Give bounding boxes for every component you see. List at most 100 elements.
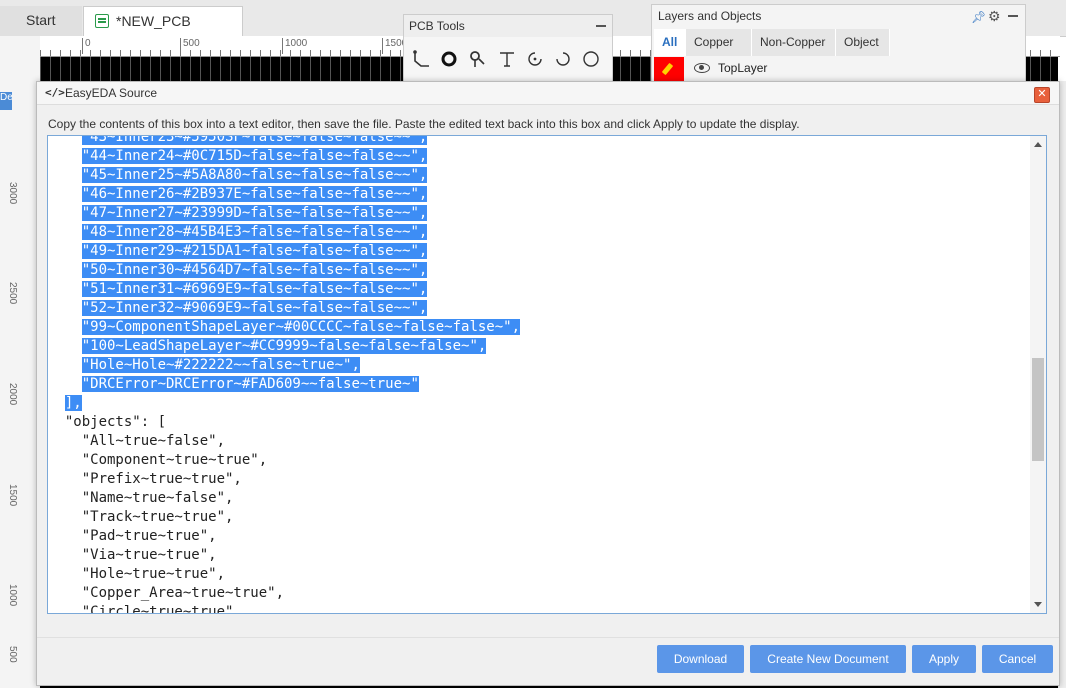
dialog-instructions: Copy the contents of this box into a tex…	[48, 117, 800, 131]
via-tool-icon[interactable]	[466, 49, 488, 71]
layer-name: TopLayer	[718, 61, 768, 75]
code-line: "51~Inner31~#6969E9~false~false~false~~"…	[48, 280, 520, 299]
selected-code-text: "47~Inner27~#23999D~false~false~false~~"…	[81, 205, 428, 221]
code-line: "99~ComponentShapeLayer~#00CCCC~false~fa…	[48, 318, 521, 337]
active-layer-pencil-icon[interactable]	[654, 57, 684, 83]
footer-divider	[37, 637, 1059, 638]
circle-tool-icon[interactable]	[580, 49, 602, 71]
ruler-label-2500: 2500	[7, 282, 18, 305]
left-panel-tab[interactable]: De	[0, 92, 12, 110]
tab-start[interactable]: Start	[0, 6, 82, 36]
text-tool-icon[interactable]	[496, 49, 518, 71]
pad-tool-icon[interactable]	[438, 49, 460, 71]
selected-code-text: "DRCError~DRCError~#FAD609~~false~true~"	[81, 376, 419, 392]
code-text: "All~true~false",	[48, 433, 226, 449]
code-text: "objects": [	[48, 414, 167, 430]
source-code: "43~Inner23~#5950SF~false~false~false~~"…	[48, 136, 521, 614]
code-line: "47~Inner27~#23999D~false~false~false~~"…	[48, 204, 520, 223]
track-tool-icon[interactable]	[410, 49, 432, 71]
code-line: "100~LeadShapeLayer~#CC9999~false~false~…	[48, 337, 520, 356]
code-line: "Component~true~true",	[48, 451, 520, 470]
close-button[interactable]: ✕	[1034, 87, 1050, 103]
code-line: "48~Inner28~#45B4E3~false~false~false~~"…	[48, 223, 520, 242]
ruler-label-500: 500	[180, 38, 200, 54]
ruler-label-3000: 3000	[7, 182, 18, 205]
dialog-title-bar[interactable]: </> EasyEDA Source ✕	[37, 82, 1059, 105]
code-line: "49~Inner29~#215DA1~false~false~false~~"…	[48, 242, 520, 261]
tab-object[interactable]: Object	[836, 29, 890, 56]
code-line: "DRCError~DRCError~#FAD609~~false~true~"	[48, 375, 520, 394]
code-text: "Name~true~false",	[48, 490, 234, 506]
easyeda-source-dialog: </> EasyEDA Source ✕ Copy the contents o…	[36, 81, 1060, 686]
code-line: "Hole~true~true",	[48, 565, 520, 584]
source-textarea[interactable]: "43~Inner23~#5950SF~false~false~false~~"…	[47, 135, 1047, 614]
tab-all[interactable]: All	[654, 29, 686, 56]
layers-panel-title: Layers and Objects	[658, 9, 762, 23]
scroll-up-arrow-icon[interactable]	[1034, 142, 1042, 147]
tab-non-copper[interactable]: Non-Copper	[752, 29, 836, 56]
minimize-icon[interactable]	[596, 25, 606, 27]
selected-code-text: "45~Inner25~#5A8A80~false~false~false~~"…	[81, 167, 428, 183]
eye-icon[interactable]	[694, 63, 710, 73]
layers-objects-panel: Layers and Objects 📌︎ ⚙ All Copper Non-C…	[651, 4, 1026, 84]
selected-code-text: "51~Inner31~#6969E9~false~false~false~~"…	[81, 281, 428, 297]
selected-code-text: "Hole~Hole~#222222~~false~true~",	[81, 357, 360, 373]
download-button[interactable]: Download	[657, 645, 744, 673]
code-icon: </>	[45, 86, 65, 99]
selected-code-text: "46~Inner26~#2B937E~false~false~false~~"…	[81, 186, 428, 202]
tab-new-pcb[interactable]: *NEW_PCB	[83, 6, 243, 36]
cancel-button[interactable]: Cancel	[982, 645, 1053, 673]
code-line: "Circle~true~true"	[48, 603, 520, 614]
selected-code-text: "100~LeadShapeLayer~#CC9999~false~false~…	[81, 338, 487, 354]
ruler-label-500: 500	[7, 646, 18, 663]
center-arc-tool-icon[interactable]	[552, 49, 574, 71]
minimize-icon[interactable]	[1008, 15, 1018, 17]
code-line: "45~Inner25~#5A8A80~false~false~false~~"…	[48, 166, 520, 185]
selected-code-text: "52~Inner32~#9069E9~false~false~false~~"…	[81, 300, 428, 316]
tab-copper[interactable]: Copper	[686, 29, 752, 56]
code-text: "Copper_Area~true~true",	[48, 585, 285, 601]
ruler-label-1500: 1500	[7, 484, 18, 507]
code-line: "43~Inner23~#5950SF~false~false~false~~"…	[48, 136, 520, 147]
selected-code-text: ],	[64, 395, 82, 411]
code-line: "46~Inner26~#2B937E~false~false~false~~"…	[48, 185, 520, 204]
dialog-title: EasyEDA Source	[65, 86, 158, 100]
code-line: "objects": [	[48, 413, 520, 432]
arc-tool-icon[interactable]	[524, 49, 546, 71]
create-new-document-button[interactable]: Create New Document	[750, 645, 906, 673]
pcb-tools-title: PCB Tools	[404, 15, 612, 37]
code-line: "Name~true~false",	[48, 489, 520, 508]
code-text: "Circle~true~true"	[48, 604, 234, 614]
scroll-down-arrow-icon[interactable]	[1034, 602, 1042, 607]
ruler-label-1000: 1000	[282, 38, 307, 54]
code-line: "Pad~true~true",	[48, 527, 520, 546]
ruler-label-0: 0	[82, 38, 91, 54]
scrollbar-thumb[interactable]	[1032, 358, 1044, 461]
code-text: "Prefix~true~true",	[48, 471, 242, 487]
apply-button[interactable]: Apply	[912, 645, 976, 673]
selected-code-text: "99~ComponentShapeLayer~#00CCCC~false~fa…	[81, 319, 521, 335]
code-line: "Via~true~true",	[48, 546, 520, 565]
vertical-scrollbar[interactable]	[1030, 136, 1046, 613]
selected-code-text: "48~Inner28~#45B4E3~false~false~false~~"…	[81, 224, 428, 240]
pin-icon[interactable]: 📌︎	[971, 10, 986, 24]
tab-new-pcb-label: *NEW_PCB	[116, 13, 191, 29]
code-line: "52~Inner32~#9069E9~false~false~false~~"…	[48, 299, 520, 318]
code-line: ],	[48, 394, 520, 413]
gear-icon[interactable]: ⚙	[988, 8, 1001, 25]
ruler-label-1000: 1000	[7, 584, 18, 607]
code-line: "50~Inner30~#4564D7~false~false~false~~"…	[48, 261, 520, 280]
code-line: "Copper_Area~true~true",	[48, 584, 520, 603]
code-line: "44~Inner24~#0C715D~false~false~false~~"…	[48, 147, 520, 166]
